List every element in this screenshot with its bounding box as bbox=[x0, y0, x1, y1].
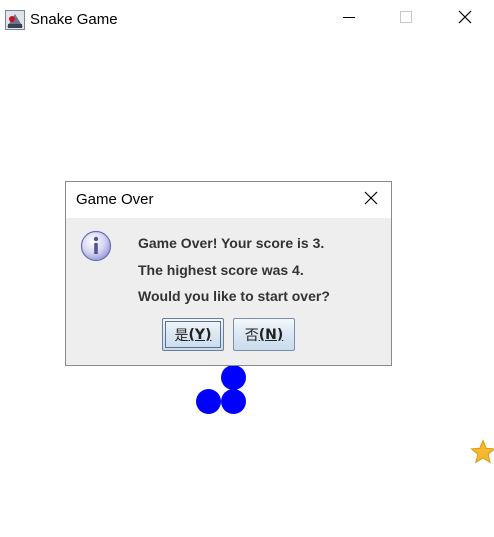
window-titlebar[interactable]: Snake Game bbox=[0, 0, 494, 38]
close-icon bbox=[364, 191, 378, 210]
info-icon bbox=[80, 230, 112, 262]
dialog-titlebar[interactable]: Game Over bbox=[66, 182, 391, 218]
yes-button-mnemonic: (Y) bbox=[188, 326, 212, 343]
yes-button[interactable]: 是 (Y) bbox=[162, 318, 224, 351]
maximize-button[interactable] bbox=[377, 0, 435, 38]
dialog-close-button[interactable] bbox=[357, 186, 385, 214]
snake-segment bbox=[221, 389, 246, 414]
maximize-icon bbox=[400, 10, 412, 28]
star-icon bbox=[470, 439, 494, 465]
no-button-label: 否 bbox=[244, 327, 259, 344]
no-button[interactable]: 否 (N) bbox=[233, 318, 295, 351]
window-close-button[interactable] bbox=[436, 0, 494, 38]
snake-segment bbox=[196, 389, 221, 414]
dialog-message-score: Game Over! Your score is 3. bbox=[138, 235, 325, 251]
dialog-message-prompt: Would you like to start over? bbox=[138, 288, 330, 304]
dialog-title: Game Over bbox=[76, 191, 154, 208]
app-icon bbox=[5, 10, 25, 30]
close-icon bbox=[458, 10, 472, 29]
window-title: Snake Game bbox=[30, 11, 118, 28]
minimize-button[interactable] bbox=[320, 0, 378, 38]
no-button-mnemonic: (N) bbox=[258, 326, 284, 343]
yes-button-label: 是 bbox=[174, 327, 189, 344]
game-over-dialog: Game Over Game Over! Your score is 3. Th… bbox=[65, 181, 392, 366]
minimize-icon bbox=[343, 10, 355, 28]
dialog-message-highscore: The highest score was 4. bbox=[138, 262, 304, 278]
snake-segment bbox=[221, 365, 246, 390]
